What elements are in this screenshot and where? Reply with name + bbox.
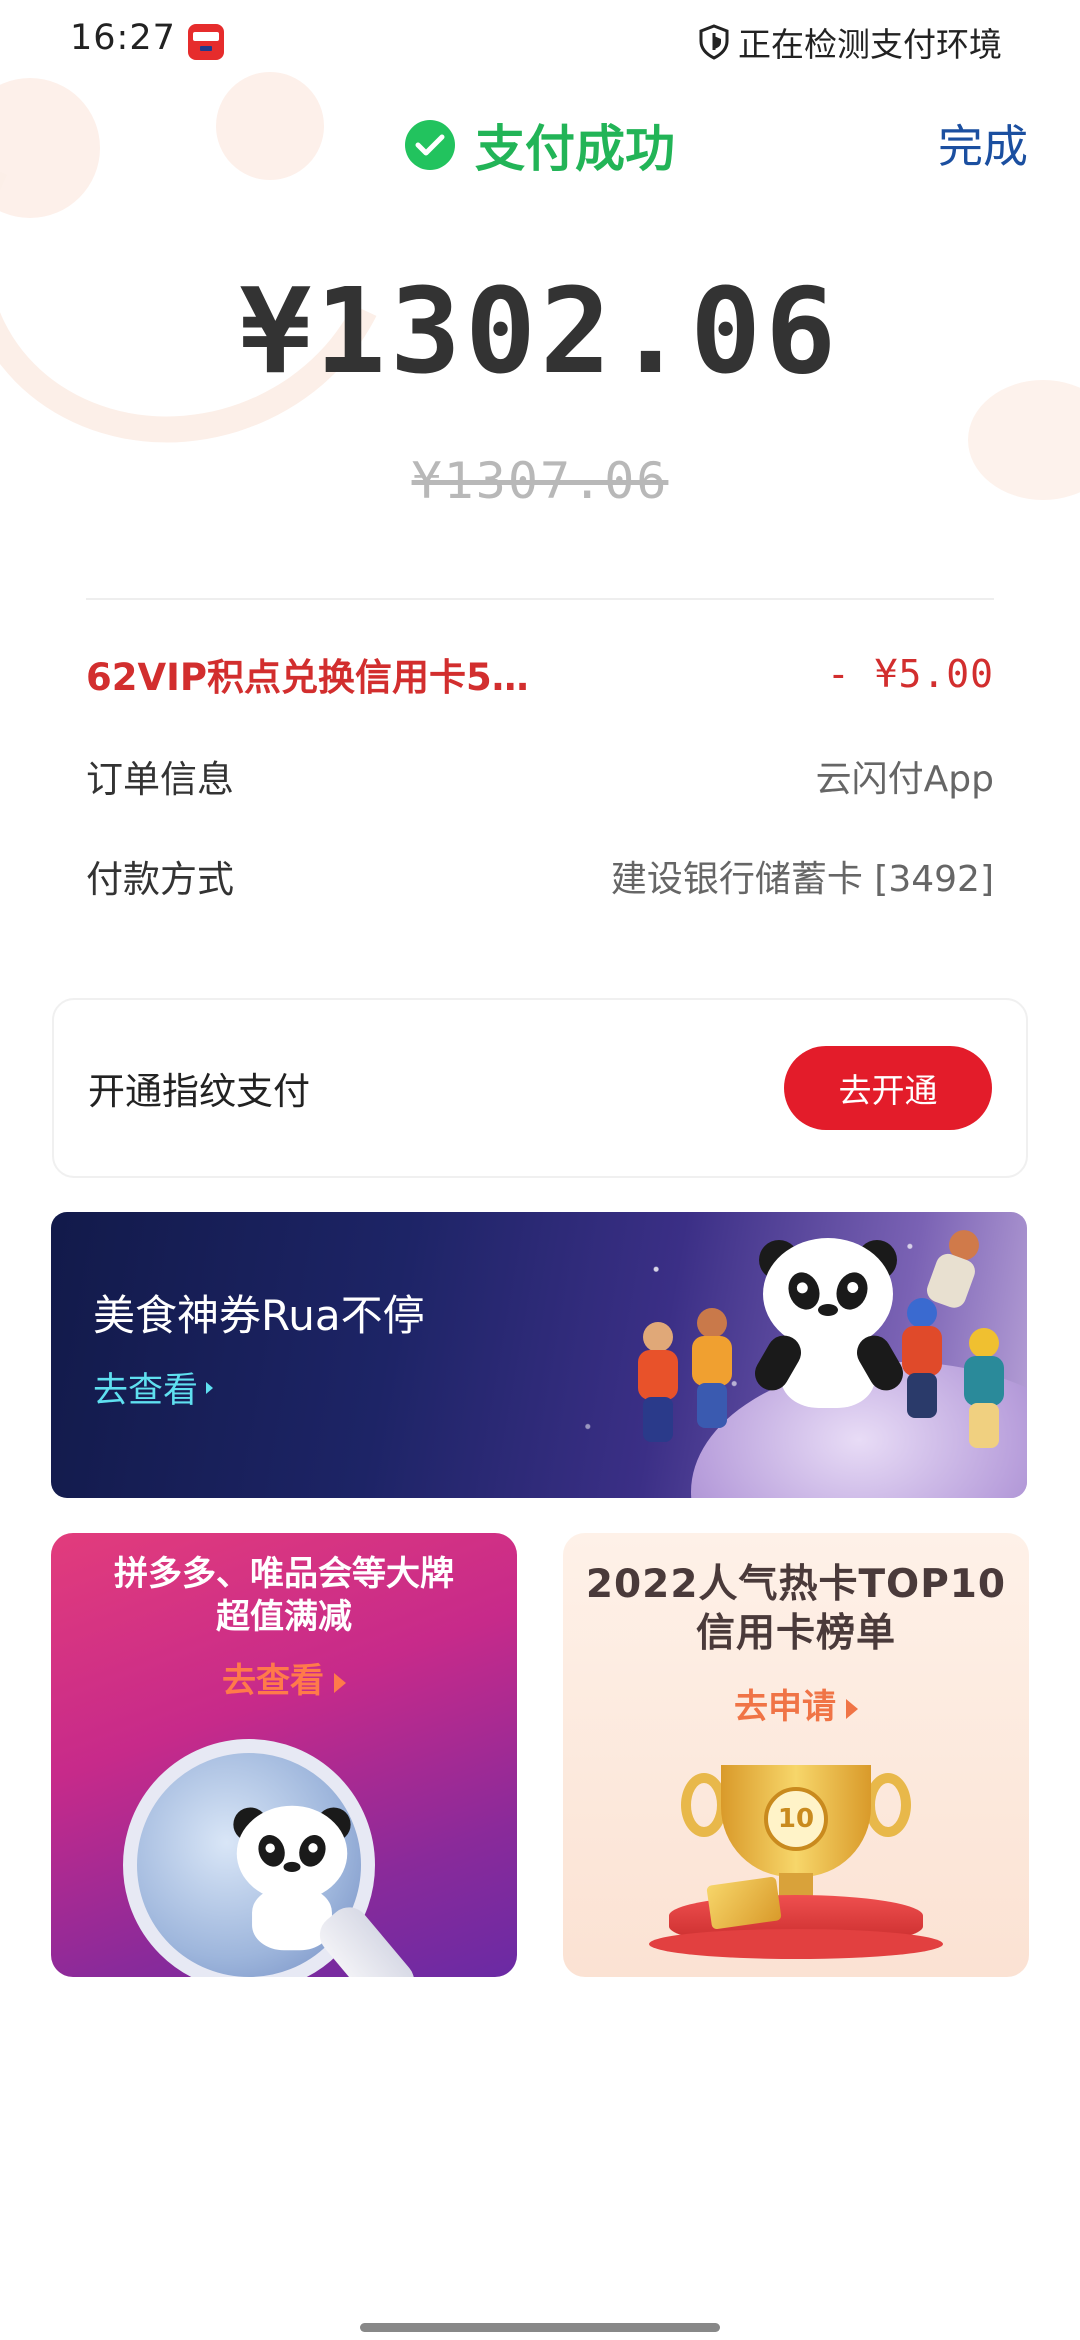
fingerprint-card: 开通指纹支付 去开通 — [52, 998, 1028, 1178]
banner-view-link[interactable]: 去查看 — [93, 1362, 214, 1413]
check-circle-icon — [405, 120, 455, 170]
divider — [86, 598, 994, 600]
status-time: 16:27 — [70, 18, 176, 58]
girl-figure-illustration — [687, 1308, 737, 1438]
payment-method-label: 付款方式 — [86, 858, 234, 901]
food-coupon-banner[interactable]: 美食神券Rua不停 去查看 — [51, 1212, 1027, 1498]
home-indicator[interactable] — [360, 2323, 720, 2332]
order-info-value: 云闪付App — [815, 759, 994, 800]
play-arrow-icon — [846, 1698, 858, 1719]
payment-method-value: 建设银行储蓄卡 [3492] — [610, 859, 994, 900]
credit-card-ranking-title-line2: 信用卡榜单 — [695, 1610, 896, 1656]
done-button[interactable]: 完成 — [938, 110, 1028, 175]
credit-card-ranking-tile[interactable]: 2022人气热卡TOP10 信用卡榜单 去申请 10 — [563, 1533, 1029, 1977]
payment-success-screen: 16:27 正在检测支付环境 支付成功 完成 ¥1302.06 ¥1307.06 — [0, 0, 1080, 2340]
brand-discount-tile[interactable]: 拼多多、唯品会等大牌 超值满减 去查看 — [51, 1533, 517, 1977]
amount-original: ¥1307.06 — [411, 452, 669, 510]
payment-method-row: 付款方式 建设银行储蓄卡 [3492] — [86, 846, 994, 906]
credit-card-ranking-title-line1: 2022人气热卡TOP10 — [585, 1562, 1007, 1607]
app-logo-icon — [188, 24, 224, 60]
play-arrow-icon — [334, 1672, 346, 1693]
panda-mascot-illustration — [748, 1238, 910, 1408]
banner-view-link-label: 去查看 — [93, 1371, 199, 1411]
credit-card-ranking-title: 2022人气热卡TOP10 信用卡榜单 — [563, 1561, 1029, 1659]
promo-row: 62VIP积点兑换信用卡5… - ¥5.00 — [86, 644, 994, 704]
credit-card-apply-link[interactable]: 去申请 — [563, 1679, 1029, 1728]
amount-paid: ¥1302.06 — [239, 262, 841, 400]
fingerprint-label: 开通指纹支付 — [88, 1070, 310, 1113]
arrow-right-icon — [206, 1381, 214, 1394]
promo-value: - ¥5.00 — [826, 652, 994, 696]
credit-card-apply-label: 去申请 — [734, 1687, 836, 1727]
order-info-row: 订单信息 云闪付App — [86, 746, 994, 806]
shield-icon — [698, 24, 730, 60]
banner-title: 美食神券Rua不停 — [93, 1291, 425, 1340]
scooter-kid-illustration — [633, 1322, 683, 1452]
brand-discount-title: 拼多多、唯品会等大牌 超值满减 — [51, 1553, 517, 1638]
brand-discount-title-line1: 拼多多、唯品会等大牌 — [114, 1554, 454, 1594]
order-info-label: 订单信息 — [86, 758, 234, 801]
promo-label: 62VIP积点兑换信用卡5… — [86, 656, 529, 699]
page-title: 支付成功 — [0, 112, 1080, 178]
status-bar: 16:27 正在检测支付环境 — [0, 0, 1080, 84]
segway-kid-illustration — [959, 1328, 1009, 1458]
security-status-text: 正在检测支付环境 — [738, 25, 1002, 64]
trophy-medal-badge: 10 — [764, 1787, 828, 1851]
brand-discount-view-link[interactable]: 去查看 — [51, 1653, 517, 1702]
security-status: 正在检测支付环境 — [698, 18, 1002, 66]
brand-discount-title-line2: 超值满减 — [216, 1596, 352, 1637]
page-title-text: 支付成功 — [475, 120, 675, 178]
activate-fingerprint-button[interactable]: 去开通 — [784, 1046, 992, 1130]
brand-discount-link-label: 去查看 — [222, 1661, 324, 1701]
